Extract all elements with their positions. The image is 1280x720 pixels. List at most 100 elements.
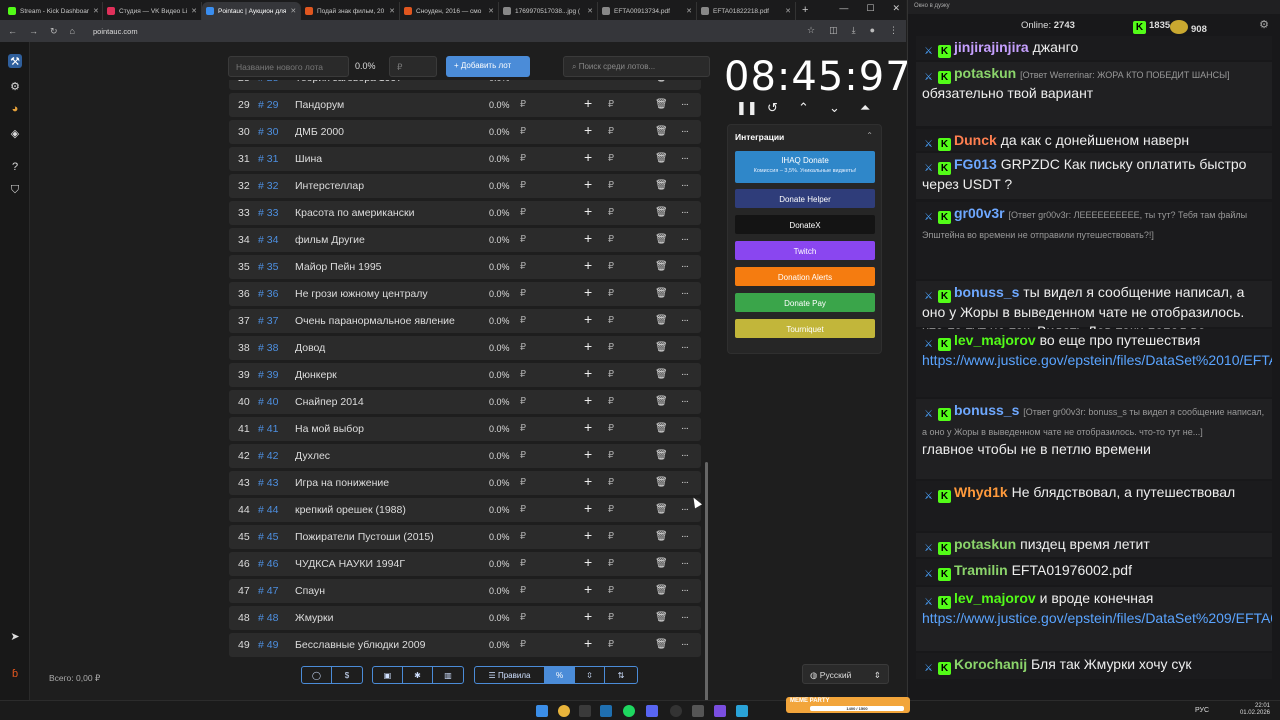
lot-add-input[interactable]: ₽: [608, 639, 614, 650]
app-icon[interactable]: [714, 705, 726, 717]
lot-amount[interactable]: ₽: [520, 315, 526, 326]
lot-row[interactable]: 31 # 31 Шина 0.0% ₽ + ₽ 🗑 ···: [229, 147, 701, 171]
delete-icon[interactable]: 🗑: [655, 423, 668, 434]
delete-icon[interactable]: 🗑: [655, 153, 668, 164]
trash-all-icon[interactable]: ▥: [433, 667, 463, 683]
media-icon[interactable]: [692, 705, 704, 717]
lot-amount[interactable]: ₽: [520, 531, 526, 542]
time-up-icon[interactable]: ⌃: [798, 100, 809, 116]
add-amount-icon[interactable]: +: [584, 122, 592, 138]
chat-username[interactable]: gr00v3r: [954, 205, 1005, 221]
delete-icon[interactable]: 🗑: [655, 80, 668, 83]
obs-icon[interactable]: [670, 705, 682, 717]
lot-name[interactable]: ДМБ 2000: [295, 126, 344, 138]
tab-close-icon[interactable]: ✕: [488, 7, 494, 15]
donate-dollar-icon[interactable]: $: [332, 667, 362, 683]
browser-tab[interactable]: Студия — VK Видео Li ✕: [103, 2, 202, 20]
lot-add-input[interactable]: ₽: [608, 99, 614, 110]
github-icon[interactable]: ◯: [302, 667, 332, 683]
collapse-icon[interactable]: ⌃: [866, 131, 873, 140]
star-icon[interactable]: ☆: [807, 25, 815, 36]
add-amount-icon[interactable]: +: [584, 527, 592, 543]
tab-close-icon[interactable]: ✕: [93, 7, 99, 15]
lot-row[interactable]: 37 # 37 Очень паранормальное явление 0.0% ₽ +…: [229, 309, 701, 333]
delete-icon[interactable]: 🗑: [655, 234, 668, 245]
lot-row[interactable]: 49 # 49 Бесславные ублюдки 2009 0.0% ₽ + ₽ 🗑 ···: [229, 633, 701, 657]
spotify-icon[interactable]: [623, 705, 635, 717]
lot-name[interactable]: Не грози южному централу: [295, 288, 428, 300]
wheel-icon[interactable]: ◕: [8, 102, 22, 116]
reset-icon[interactable]: ↺: [767, 100, 778, 116]
lot-name[interactable]: Шина: [295, 153, 322, 165]
add-amount-icon[interactable]: +: [584, 473, 592, 489]
lot-row[interactable]: 46 # 46 ЧУДКСА НАУКИ 1994Г 0.0% ₽ + ₽ 🗑 ···: [229, 552, 701, 576]
steam-icon[interactable]: [600, 705, 612, 717]
chat-username[interactable]: potaskun: [954, 65, 1016, 81]
lot-amount[interactable]: ₽: [520, 80, 526, 83]
menu-icon[interactable]: ⋮: [889, 25, 898, 36]
settings-icon[interactable]: ⚙: [8, 79, 22, 93]
lot-amount[interactable]: ₽: [520, 207, 526, 218]
lot-name[interactable]: крепкий орешек (1988): [295, 504, 406, 516]
sort-icon[interactable]: ⇅: [605, 667, 637, 683]
browser-tab[interactable]: 1769970517038...jpg (✕: [499, 2, 598, 20]
lot-amount[interactable]: ₽: [520, 342, 526, 353]
add-amount-icon[interactable]: +: [584, 149, 592, 165]
download-icon[interactable]: ⤓: [852, 25, 856, 36]
lot-add-input[interactable]: ₽: [608, 477, 614, 488]
tab-close-icon[interactable]: ✕: [389, 7, 395, 15]
delete-icon[interactable]: 🗑: [655, 261, 668, 272]
telegram-icon[interactable]: ➤: [8, 629, 22, 643]
lot-row[interactable]: 48 # 48 Жмурки 0.0% ₽ + ₽ 🗑 ···: [229, 606, 701, 630]
lot-name[interactable]: Игра на понижение: [295, 477, 389, 489]
delete-icon[interactable]: 🗑: [655, 315, 668, 326]
chat-username[interactable]: FG013: [954, 156, 997, 172]
add-amount-icon[interactable]: +: [584, 608, 592, 624]
lot-amount[interactable]: ₽: [520, 612, 526, 623]
lot-add-input[interactable]: ₽: [608, 423, 614, 434]
tab-close-icon[interactable]: ✕: [785, 7, 791, 15]
more-icon[interactable]: ···: [681, 288, 689, 299]
lot-name[interactable]: Бесславные ублюдки 2009: [295, 639, 425, 651]
integration-button[interactable]: Donate Helper: [735, 189, 875, 208]
lot-name-input[interactable]: Название нового лота: [228, 56, 349, 77]
chat-username[interactable]: potaskun: [954, 536, 1016, 552]
chat-username[interactable]: jinjirajinjira: [954, 39, 1029, 55]
chat-username[interactable]: Tramilin: [954, 562, 1008, 578]
more-icon[interactable]: ···: [681, 261, 689, 272]
close-icon[interactable]: ✕: [892, 3, 900, 14]
add-amount-icon[interactable]: +: [584, 554, 592, 570]
more-icon[interactable]: ···: [681, 80, 689, 83]
tab-close-icon[interactable]: ✕: [191, 7, 197, 15]
more-icon[interactable]: ···: [681, 369, 689, 380]
delete-icon[interactable]: 🗑: [655, 180, 668, 191]
more-icon[interactable]: ···: [681, 558, 689, 569]
lot-amount[interactable]: ₽: [520, 396, 526, 407]
integration-button[interactable]: Donate Pay: [735, 293, 875, 312]
add-amount-icon[interactable]: +: [584, 500, 592, 516]
lot-name[interactable]: Пожиратели Пустоши (2015): [295, 531, 434, 543]
lot-amount[interactable]: ₽: [520, 477, 526, 488]
delete-icon[interactable]: 🗑: [655, 342, 668, 353]
lot-add-input[interactable]: ₽: [608, 180, 614, 191]
browser-tab[interactable]: EFTA00913734.pdf ✕: [598, 2, 697, 20]
lot-name[interactable]: Пандорум: [295, 99, 344, 111]
delete-icon[interactable]: 🗑: [655, 396, 668, 407]
add-amount-icon[interactable]: +: [584, 392, 592, 408]
home-icon[interactable]: ⌂: [70, 26, 75, 36]
delete-icon[interactable]: 🗑: [655, 558, 668, 569]
back-icon[interactable]: ←: [8, 26, 17, 36]
lot-add-input[interactable]: ₽: [608, 288, 614, 299]
lot-name[interactable]: Очень паранормальное явление: [295, 315, 455, 327]
lot-amount[interactable]: ₽: [520, 369, 526, 380]
lot-add-input[interactable]: ₽: [608, 126, 614, 137]
lot-amount[interactable]: ₽: [520, 558, 526, 569]
lot-name[interactable]: фильм Другие: [295, 234, 365, 246]
lot-row[interactable]: 28 # 28 Теория заговора 1997 0.0% ₽ + ₽ 🗑 ···: [229, 80, 701, 90]
lot-amount[interactable]: ₽: [520, 504, 526, 515]
lot-add-input[interactable]: ₽: [608, 531, 614, 542]
lot-add-input[interactable]: ₽: [608, 558, 614, 569]
add-amount-icon[interactable]: +: [584, 80, 592, 84]
chat-username[interactable]: lev_majorov: [954, 332, 1036, 348]
add-amount-icon[interactable]: +: [584, 446, 592, 462]
